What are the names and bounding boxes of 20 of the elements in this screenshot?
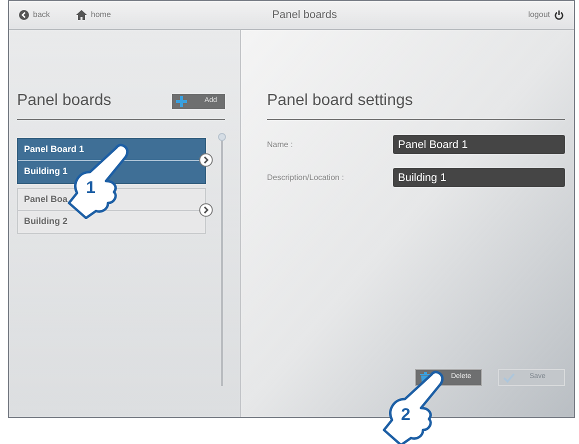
settings-title: Panel board settings — [267, 92, 413, 109]
item-location: Building 1 — [23, 165, 68, 178]
callout-number: 2 — [401, 406, 410, 423]
chevron-right-icon[interactable] — [199, 203, 213, 217]
field-label: Description/Location : — [267, 172, 345, 184]
home-icon — [76, 10, 87, 20]
chevron-right-icon[interactable] — [199, 153, 213, 167]
logout-button[interactable]: logout — [528, 9, 564, 21]
list-title: Panel boards — [17, 91, 112, 111]
field-label: Name : — [267, 138, 294, 150]
back-button[interactable]: back — [19, 9, 50, 21]
plus-icon — [176, 96, 187, 106]
power-icon — [554, 10, 564, 20]
input-field[interactable]: Building 1 — [393, 168, 565, 187]
scrollbar-thumb[interactable] — [218, 133, 226, 141]
back-arrow-icon — [19, 10, 29, 20]
page-title: Panel boards — [271, 8, 338, 23]
item-location: Building 2 — [23, 215, 68, 228]
input-field[interactable]: Panel Board 1 — [393, 135, 565, 154]
home-button[interactable]: home — [76, 9, 111, 21]
